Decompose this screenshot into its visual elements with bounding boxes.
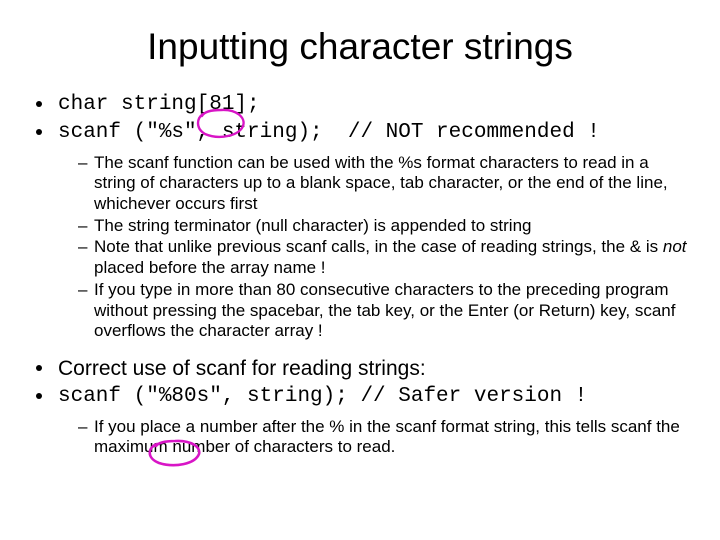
code-line-3: scanf ("%80s", string); // Safer version… <box>58 384 587 410</box>
bullet-code-1: char string[81]; <box>36 92 690 118</box>
sub-item-part: placed before the array name ! <box>94 258 326 277</box>
sub-list-1: – The scanf function can be used with th… <box>78 153 690 343</box>
bullet-code-3: scanf ("%80s", string); // Safer version… <box>36 384 690 410</box>
sub-list-2: – If you place a number after the % in t… <box>78 417 690 458</box>
dash-icon: – <box>78 237 94 258</box>
dash-icon: – <box>78 417 94 438</box>
bullet-dot-icon <box>36 393 44 399</box>
sub-item: The scanf function can be used with the … <box>94 153 690 215</box>
sub-item: Note that unlike previous scanf calls, i… <box>94 237 690 278</box>
sub-item: If you type in more than 80 consecutive … <box>94 280 690 342</box>
sub-item: The string terminator (null character) i… <box>94 216 531 237</box>
bullet-correct: Correct use of scanf for reading strings… <box>36 356 690 382</box>
bullet-dot-icon <box>36 101 44 107</box>
dash-icon: – <box>78 280 94 301</box>
slide-title: Inputting character strings <box>30 26 690 68</box>
code-line-2: scanf ("%s", string); // NOT recommended… <box>58 120 600 146</box>
sub-item-part: Note that unlike previous scanf calls, i… <box>94 237 663 256</box>
bullet-dot-icon <box>36 365 44 371</box>
correct-line: Correct use of scanf for reading strings… <box>58 356 426 382</box>
dash-icon: – <box>78 153 94 174</box>
code-line-1: char string[81]; <box>58 92 260 118</box>
sub-item: If you place a number after the % in the… <box>94 417 690 458</box>
italic-not: not <box>663 237 687 256</box>
bullet-code-2: scanf ("%s", string); // NOT recommended… <box>36 120 690 146</box>
bullet-dot-icon <box>36 129 44 135</box>
dash-icon: – <box>78 216 94 237</box>
